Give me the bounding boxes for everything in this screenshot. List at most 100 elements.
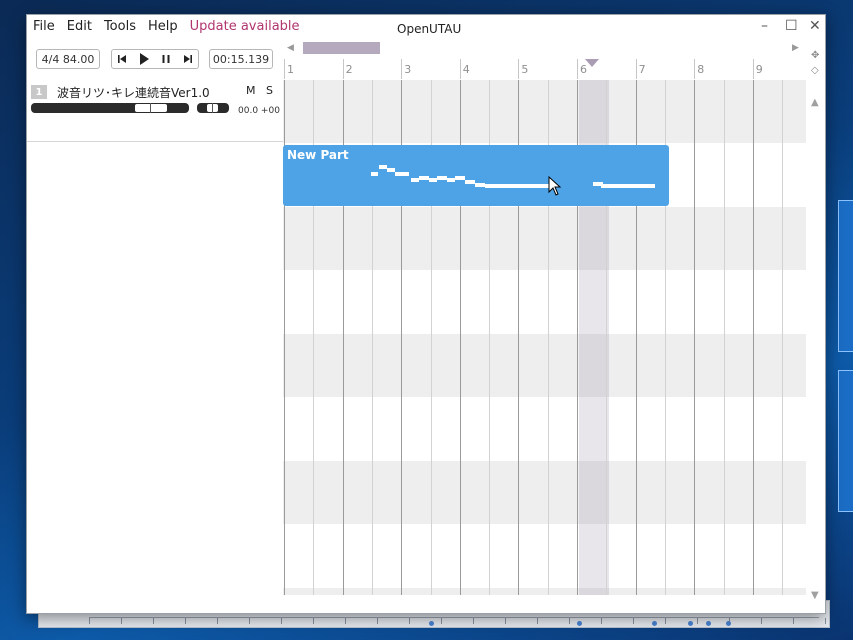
background-tick — [409, 618, 410, 624]
window-title: OpenUTAU — [397, 22, 462, 36]
track-header[interactable]: 1 波音リツ･キレ連続音Ver1.0 M S 00.0 +00 — [27, 81, 283, 142]
horizontal-scroll-thumb[interactable] — [303, 42, 380, 54]
scroll-left-icon[interactable]: ◀ — [287, 43, 294, 53]
note-preview — [437, 176, 447, 180]
background-tick — [697, 618, 698, 624]
background-tick — [89, 618, 90, 624]
volume-knob[interactable] — [135, 103, 167, 113]
ruler-bar-label: 4 — [462, 63, 470, 76]
background-tick — [665, 618, 666, 624]
background-tick — [121, 618, 122, 624]
track-row[interactable] — [283, 207, 806, 270]
ruler-bar-label: 6 — [580, 63, 587, 76]
title-bar: File Edit Tools Help Update available Op… — [27, 15, 825, 43]
track-pane: 4/4 84.00 00:15.139 1 波音リツ･キレ連続音Ver1.0 M… — [27, 43, 283, 613]
pan-value: +00 — [260, 106, 280, 116]
close-button[interactable]: ✕ — [809, 18, 821, 34]
openutau-window: File Edit Tools Help Update available Op… — [26, 14, 826, 614]
ruler-bar-tick — [518, 59, 520, 79]
background-tick — [537, 618, 538, 624]
skip-forward-icon[interactable] — [182, 53, 194, 65]
grid-line — [782, 80, 784, 595]
background-tick — [793, 618, 794, 624]
part-block[interactable]: New Part — [283, 145, 669, 206]
background-tick — [249, 618, 250, 624]
ruler-bar-tick — [459, 59, 461, 79]
pan-knob[interactable] — [207, 103, 218, 113]
ruler-bar-label: 9 — [755, 63, 763, 76]
grid-line — [694, 80, 696, 595]
background-tick — [601, 618, 602, 624]
play-icon[interactable] — [138, 53, 150, 65]
singer-name[interactable]: 波音リツ･キレ連続音Ver1.0 — [57, 84, 210, 101]
note-preview — [379, 165, 387, 169]
background-tick — [633, 618, 634, 624]
track-row[interactable] — [283, 588, 806, 595]
track-row[interactable] — [283, 461, 806, 524]
move-tool-icon[interactable]: ✥ — [811, 50, 819, 61]
background-ruler — [89, 617, 826, 626]
note-preview — [411, 178, 419, 182]
track-row[interactable] — [283, 334, 806, 397]
pan-slider[interactable] — [197, 103, 229, 113]
mute-button[interactable]: M — [246, 84, 256, 97]
arrangement-area: ◀ ▶ 1 2 3 4 5 6 7 8 9 New Part ✥ ◇ ▲ ▼ — [283, 42, 825, 613]
playback-time: 00:15.139 — [209, 49, 273, 69]
ruler-bar-tick — [284, 59, 285, 79]
ruler-bar-label: 2 — [345, 63, 353, 76]
grid-line — [723, 80, 725, 595]
maximize-button[interactable]: ☐ — [785, 18, 798, 34]
menu-help[interactable]: Help — [148, 19, 178, 34]
ruler-bar-tick — [577, 59, 578, 79]
track-grid[interactable]: New Part — [283, 80, 806, 595]
background-note-dot — [577, 621, 582, 626]
transport-controls — [111, 49, 199, 69]
note-preview — [475, 183, 485, 187]
ruler-bar-tick — [401, 59, 403, 79]
background-tick — [185, 618, 186, 624]
pause-icon[interactable] — [160, 53, 172, 65]
background-note-dot — [688, 621, 693, 626]
track-row[interactable] — [283, 398, 806, 461]
bpm-time-signature[interactable]: 4/4 84.00 — [36, 49, 100, 69]
scroll-right-icon[interactable]: ▶ — [792, 43, 799, 53]
ruler-bar-label: 3 — [404, 63, 412, 76]
background-note-dot — [726, 621, 731, 626]
zoom-icon[interactable]: ◇ — [811, 65, 819, 76]
scroll-down-icon[interactable]: ▼ — [811, 590, 819, 601]
menu-update-available[interactable]: Update available — [190, 19, 300, 34]
note-preview — [455, 176, 465, 180]
volume-slider[interactable] — [31, 103, 189, 113]
minimize-button[interactable]: – — [761, 18, 768, 34]
scroll-up-icon[interactable]: ▲ — [811, 97, 819, 108]
note-preview — [395, 172, 409, 176]
ruler-bar-label: 5 — [521, 63, 529, 76]
solo-button[interactable]: S — [266, 84, 273, 97]
note-preview — [371, 172, 378, 176]
note-preview — [465, 180, 475, 184]
menu-file[interactable]: File — [33, 19, 55, 34]
note-preview — [485, 184, 495, 188]
ruler-bar-label: 8 — [697, 63, 705, 76]
background-tick — [313, 618, 314, 624]
track-number: 1 — [31, 85, 47, 99]
note-preview — [601, 184, 655, 188]
note-preview — [387, 168, 395, 172]
background-tick — [761, 618, 762, 624]
background-tick — [825, 618, 826, 624]
skip-back-icon[interactable] — [116, 53, 128, 65]
background-tick — [377, 618, 378, 624]
mouse-cursor-icon — [548, 176, 562, 196]
background-tick — [441, 618, 442, 624]
menu-tools[interactable]: Tools — [104, 19, 136, 34]
background-tick — [281, 618, 282, 624]
ruler-bar-label: 1 — [287, 63, 294, 76]
volume-pan-readout: 00.0 +00 — [238, 106, 280, 116]
track-row[interactable] — [283, 525, 806, 588]
track-row[interactable] — [283, 271, 806, 334]
menu-edit[interactable]: Edit — [67, 19, 92, 34]
track-row[interactable] — [283, 80, 806, 143]
background-note-dot — [429, 621, 434, 626]
timeline-ruler[interactable]: 1 2 3 4 5 6 7 8 9 — [283, 59, 806, 81]
part-name: New Part — [287, 148, 349, 162]
